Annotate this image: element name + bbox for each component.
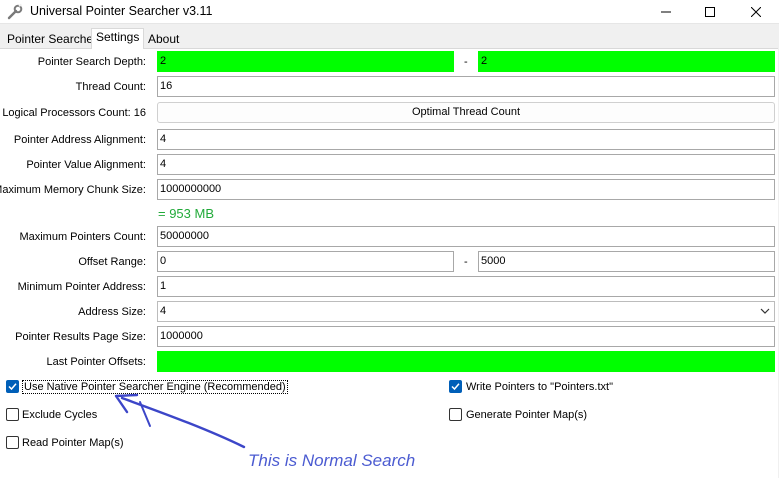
tab-settings[interactable]: Settings xyxy=(91,28,145,49)
annotation-arrow xyxy=(114,393,246,449)
annotation-text: This is Normal Search xyxy=(248,451,416,470)
